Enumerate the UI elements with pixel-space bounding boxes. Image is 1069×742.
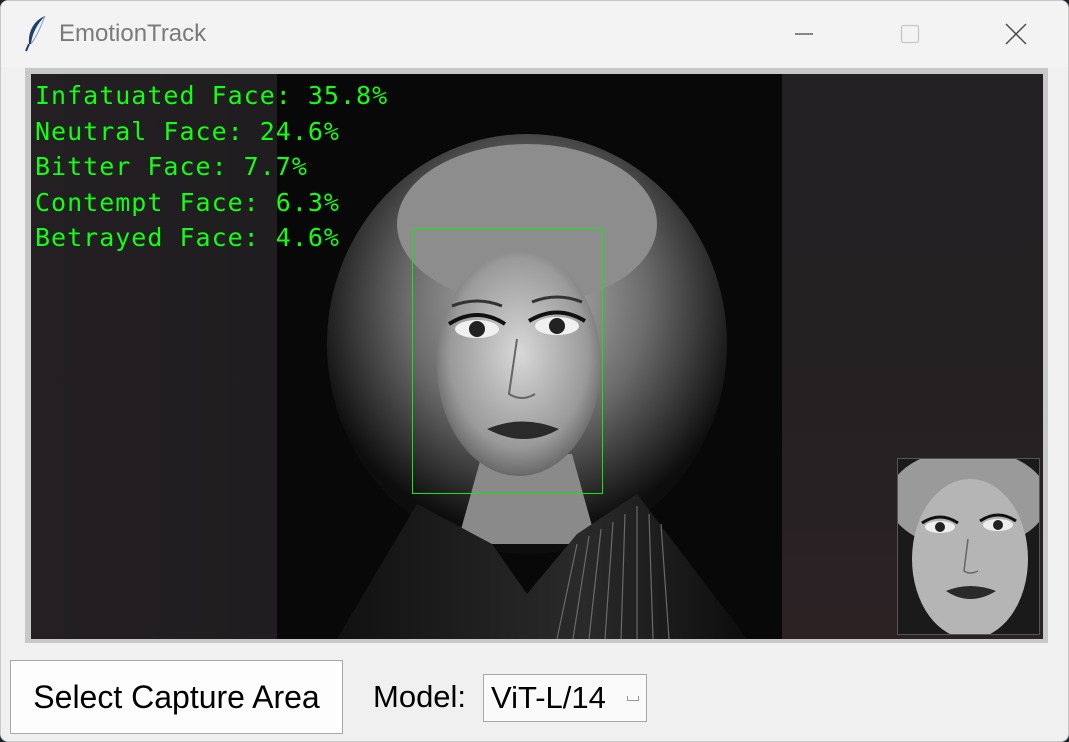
model-select-value: ViT-L/14 <box>491 680 606 715</box>
face-bounding-box <box>412 228 603 494</box>
emotion-scores: Infatuated Face: 35.8% Neutral Face: 24.… <box>35 78 388 256</box>
window-title: EmotionTrack <box>59 20 207 47</box>
model-select[interactable]: ViT-L/14 <box>483 674 647 722</box>
minimize-icon <box>794 24 814 44</box>
model-label: Model: <box>373 679 467 714</box>
minimize-button[interactable] <box>781 15 827 53</box>
maximize-button[interactable] <box>887 15 933 53</box>
emotion-score: Infatuated Face: 35.8% <box>35 81 389 110</box>
title-bar[interactable]: EmotionTrack <box>1 1 1068 67</box>
app-window: EmotionTrack Infatuated Face: 35.8% Neut… <box>0 0 1069 742</box>
select-capture-area-button[interactable]: Select Capture Area <box>10 660 343 734</box>
emotion-score: Betrayed Face: 4.6% <box>35 223 340 253</box>
close-icon <box>1005 23 1027 45</box>
capture-view: Infatuated Face: 35.8% Neutral Face: 24.… <box>25 68 1048 643</box>
maximize-icon <box>900 24 920 44</box>
emotion-score: Contempt Face: 6.3% <box>35 187 340 217</box>
capture-canvas: Infatuated Face: 35.8% Neutral Face: 24.… <box>31 74 1043 639</box>
emotion-score: Neutral Face: 24.6% <box>35 116 340 146</box>
dropdown-indicator-icon <box>627 696 639 701</box>
face-thumbnail <box>897 458 1040 635</box>
emotion-score: Bitter Face: 7.7% <box>35 152 308 182</box>
feather-icon <box>23 14 49 52</box>
close-button[interactable] <box>993 15 1039 53</box>
